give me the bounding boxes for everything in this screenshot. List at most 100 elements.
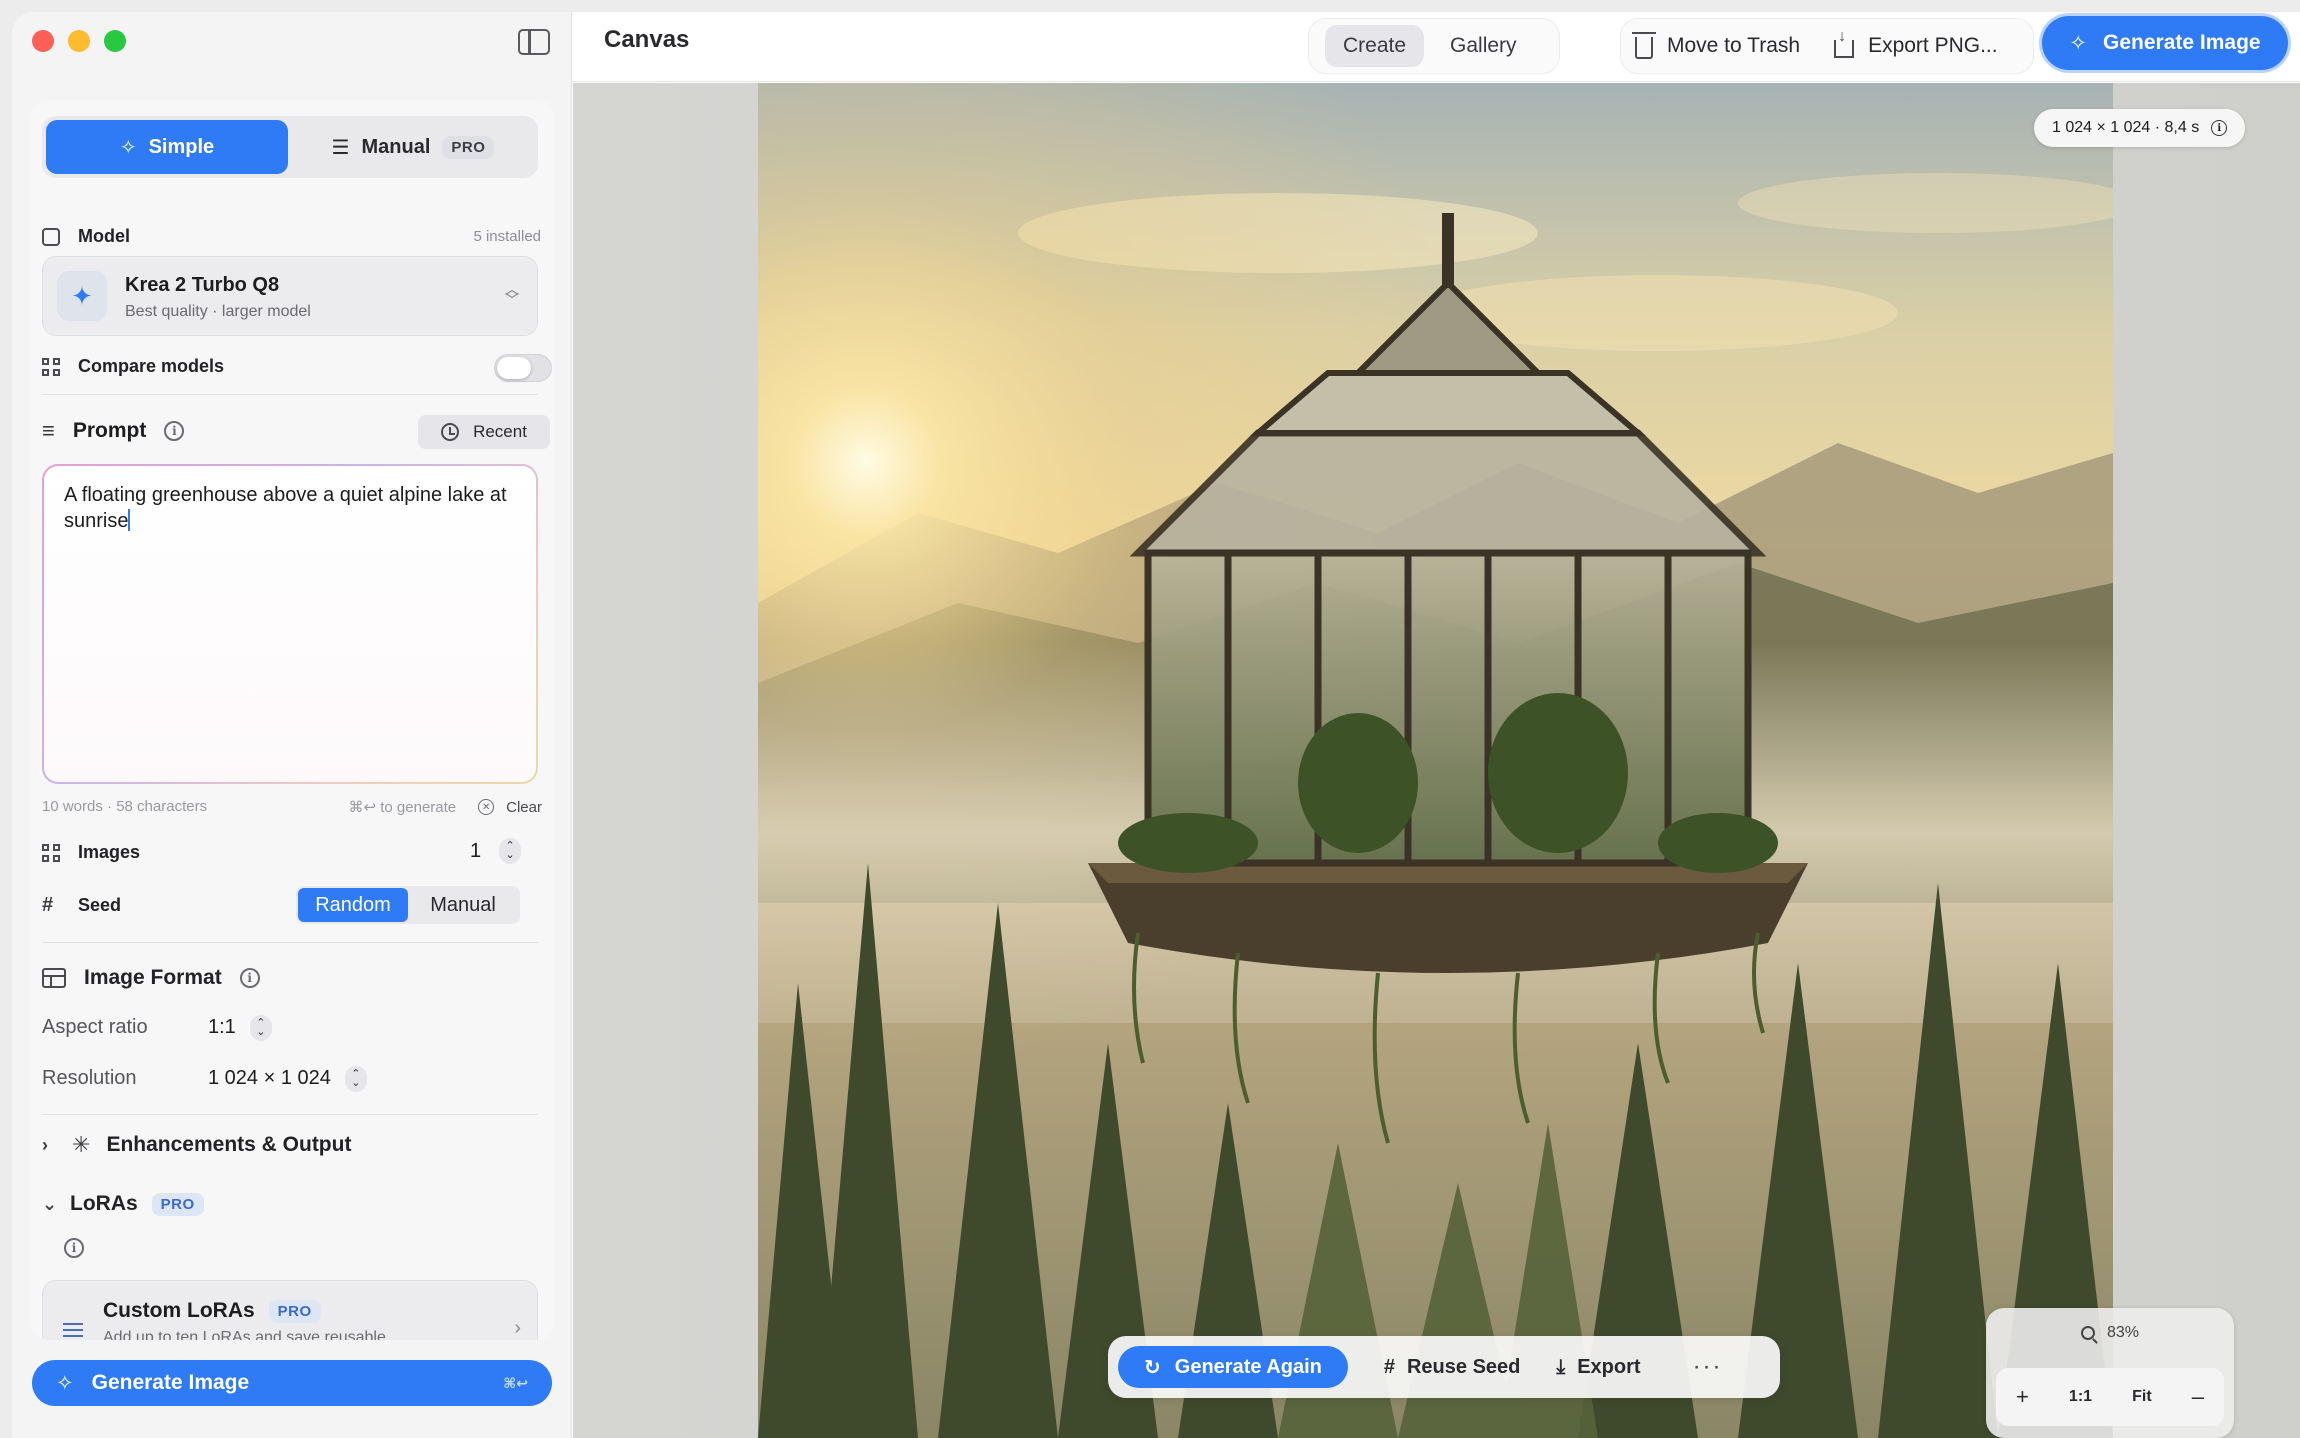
generated-image bbox=[758, 83, 2113, 1438]
chevron-updown-icon: ︿ ﹀ bbox=[505, 281, 519, 308]
app-window: ✧ Simple ☰ Manual PRO Model 5 installed … bbox=[12, 12, 2300, 1438]
seed-option-random[interactable]: Random bbox=[298, 888, 408, 922]
grid-icon bbox=[42, 357, 60, 376]
info-icon[interactable]: i bbox=[239, 968, 260, 988]
resolution-select[interactable]: 1 024 × 1 024 ⌃ ⌄ bbox=[208, 1065, 367, 1092]
minimize-window-button[interactable] bbox=[68, 30, 90, 52]
custom-loras-card[interactable]: Custom LoRAs PRO Add up to ten LoRAs and… bbox=[42, 1280, 538, 1340]
clear-prompt-button[interactable]: ✕ Clear bbox=[478, 799, 542, 816]
window-controls bbox=[32, 30, 126, 52]
model-subtitle: Best quality · larger model bbox=[125, 303, 311, 320]
close-window-button[interactable] bbox=[32, 30, 54, 52]
chip-icon bbox=[42, 227, 60, 246]
shortcut-hint: ⌘↩ to generate bbox=[348, 799, 457, 816]
zoom-buttons: + 1:1 Fit – bbox=[1996, 1368, 2224, 1426]
more-actions-button[interactable]: ··· bbox=[1693, 1353, 1723, 1381]
magic-wand-icon: ✧ bbox=[56, 1371, 74, 1395]
clock-icon bbox=[441, 423, 460, 441]
images-row: Images bbox=[42, 842, 140, 863]
pro-badge: PRO bbox=[151, 1192, 204, 1216]
zoom-out-button[interactable]: – bbox=[2192, 1384, 2204, 1410]
seed-option-manual[interactable]: Manual bbox=[408, 888, 518, 922]
download-icon bbox=[1834, 28, 1855, 58]
image-info-pill: 1 024 × 1 024 · 8,4 s i bbox=[2034, 109, 2246, 147]
generate-again-button[interactable]: ↻ Generate Again bbox=[1118, 1346, 1348, 1388]
zoom-in-button[interactable]: + bbox=[2016, 1384, 2029, 1410]
zoom-fit-button[interactable]: Fit bbox=[2132, 1388, 2152, 1406]
image-actions-toolbar: Move to Trash Export PNG... bbox=[1620, 18, 2034, 74]
download-icon: ⤓ bbox=[1556, 1355, 1566, 1378]
image-format-header: Image Format i bbox=[42, 966, 260, 990]
model-row: Model bbox=[42, 226, 130, 247]
loras-info-icon[interactable]: i bbox=[64, 1238, 84, 1258]
stepper-icon[interactable]: ⌃ ⌄ bbox=[499, 838, 522, 864]
maximize-window-button[interactable] bbox=[104, 30, 126, 52]
export-png-button[interactable]: Export PNG... bbox=[1834, 28, 1998, 58]
stepper-icon: ⌃ ⌄ bbox=[249, 1014, 272, 1041]
page-title: Canvas bbox=[604, 26, 690, 53]
divider bbox=[42, 394, 538, 395]
info-icon[interactable]: i bbox=[2211, 120, 2228, 136]
loras-section-toggle[interactable]: ⌄ LoRAs PRO bbox=[42, 1192, 204, 1216]
info-icon[interactable]: i bbox=[164, 421, 185, 441]
generate-image-button[interactable]: ✧ Generate Image ⌘↩ bbox=[32, 1360, 552, 1406]
zoom-control: 83% + 1:1 Fit – bbox=[1986, 1308, 2234, 1438]
lines-icon: ≡ bbox=[42, 418, 55, 443]
chevron-right-icon: › bbox=[514, 1317, 521, 1339]
layout-icon bbox=[42, 968, 66, 988]
export-button[interactable]: ⤓ Export bbox=[1556, 1356, 1640, 1379]
compare-models-row: Compare models bbox=[42, 356, 224, 377]
mode-tab-manual[interactable]: ☰ Manual PRO bbox=[292, 120, 534, 174]
sidebar: ✧ Simple ☰ Manual PRO Model 5 installed … bbox=[12, 12, 572, 1438]
generation-panel: ✧ Simple ☰ Manual PRO Model 5 installed … bbox=[30, 100, 555, 1340]
seed-label: Seed bbox=[78, 895, 122, 915]
zoom-actual-size-button[interactable]: 1:1 bbox=[2069, 1388, 2092, 1406]
aspect-ratio-row: Aspect ratio 1:1 ⌃ ⌄ bbox=[42, 1014, 272, 1041]
seed-row: # Seed bbox=[42, 894, 121, 917]
magnifier-icon bbox=[2080, 1326, 2095, 1340]
stepper-icon: ⌃ ⌄ bbox=[344, 1065, 367, 1092]
sliders-icon: ☰ bbox=[331, 136, 350, 159]
clear-icon: ✕ bbox=[478, 799, 495, 815]
keyboard-shortcut: ⌘↩ bbox=[503, 1374, 528, 1391]
move-to-trash-button[interactable]: Move to Trash bbox=[1632, 32, 1800, 59]
image-canvas[interactable] bbox=[573, 83, 2300, 1438]
images-label: Images bbox=[78, 842, 141, 862]
hash-icon: # bbox=[42, 894, 54, 916]
sidebar-toggle-icon[interactable] bbox=[518, 29, 550, 55]
sparkle-icon: ✦ bbox=[57, 271, 107, 321]
reuse-seed-button[interactable]: # Reuse Seed bbox=[1384, 1356, 1521, 1379]
zoom-level: 83% bbox=[2106, 1324, 2140, 1341]
resolution-row: Resolution 1 024 × 1 024 ⌃ ⌄ bbox=[42, 1065, 367, 1092]
magic-wand-icon: ✧ bbox=[2069, 31, 2088, 55]
zoom-level-display: 83% bbox=[1986, 1324, 2234, 1342]
pro-badge: PRO bbox=[268, 1299, 321, 1323]
aspect-ratio-select[interactable]: 1:1 ⌃ ⌄ bbox=[208, 1014, 272, 1041]
model-selector[interactable]: ✦ Krea 2 Turbo Q8 Best quality · larger … bbox=[42, 256, 538, 336]
custom-loras-title: Custom LoRAs bbox=[103, 1299, 255, 1322]
canvas-action-bar: ↻ Generate Again # Reuse Seed ⤓ Export ·… bbox=[1108, 1336, 1780, 1398]
divider bbox=[42, 1114, 538, 1115]
mode-tab-simple[interactable]: ✧ Simple bbox=[46, 120, 288, 174]
images-grid-icon bbox=[42, 843, 60, 862]
enhancements-section-toggle[interactable]: › ✳ Enhancements & Output bbox=[42, 1132, 351, 1158]
sliders-icon bbox=[63, 1321, 83, 1337]
generate-image-top-button[interactable]: ✧ Generate Image bbox=[2042, 16, 2288, 70]
prompt-stats: 10 words · 58 characters bbox=[42, 798, 208, 815]
compare-models-label: Compare models bbox=[78, 356, 225, 376]
tab-create[interactable]: Create bbox=[1325, 25, 1425, 67]
model-name: Krea 2 Turbo Q8 bbox=[125, 274, 280, 296]
refresh-icon: ↻ bbox=[1144, 1356, 1161, 1379]
recent-prompts-button[interactable]: Recent bbox=[418, 415, 550, 449]
tab-gallery[interactable]: Gallery bbox=[1432, 25, 1535, 67]
mode-segmented-control: ✧ Simple ☰ Manual PRO bbox=[42, 116, 538, 178]
prompt-footer: 10 words · 58 characters ⌘↩ to generate … bbox=[42, 798, 542, 816]
pro-badge: PRO bbox=[442, 135, 495, 159]
seed-mode-control: Random Manual bbox=[296, 886, 520, 924]
compare-models-toggle[interactable] bbox=[494, 354, 552, 382]
chevron-down-icon: ⌄ bbox=[42, 1193, 58, 1214]
custom-loras-subtitle: Add up to ten LoRAs and save reusable bbox=[103, 1329, 386, 1340]
prompt-textarea[interactable]: A floating greenhouse above a quiet alpi… bbox=[42, 464, 538, 784]
images-count-stepper[interactable]: 1 ⌃ ⌄ bbox=[470, 838, 522, 864]
text-caret bbox=[128, 509, 131, 531]
